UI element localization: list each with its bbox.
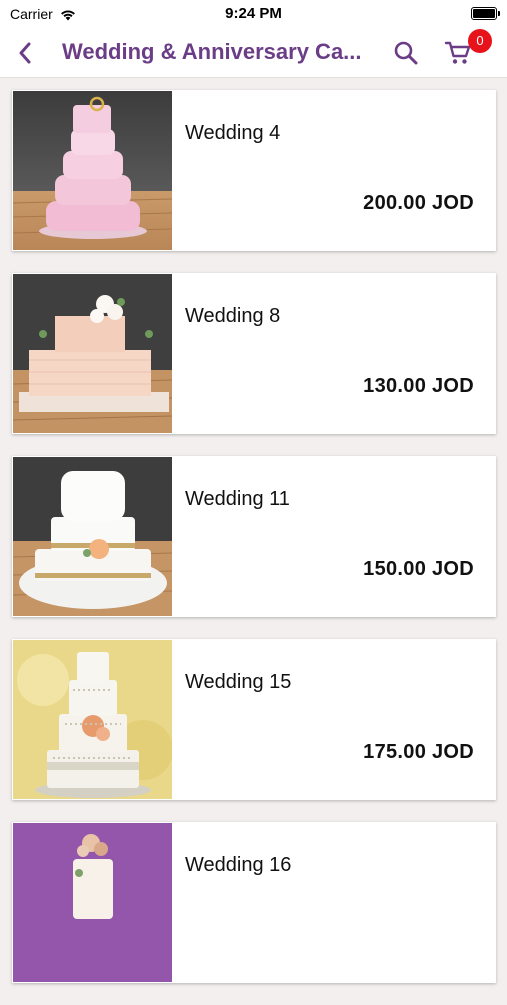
product-name: Wedding 8 (185, 305, 281, 327)
product-price: 200.00 JOD (363, 192, 474, 214)
product-card[interactable]: Wedding 11 150.00 JOD (12, 456, 496, 617)
status-bar: Carrier 9:24 PM (0, 0, 507, 28)
product-name: Wedding 11 (185, 488, 290, 510)
back-chevron-icon (19, 42, 31, 64)
product-list: Wedding 4 200.00 JOD Wedding 8 130.00 JO (12, 90, 496, 1005)
product-image (13, 457, 172, 616)
search-icon (394, 41, 418, 65)
product-image (13, 823, 172, 982)
product-name: Wedding 16 (185, 854, 292, 876)
status-time: 9:24 PM (225, 5, 282, 22)
product-price: 130.00 JOD (363, 375, 474, 397)
product-card[interactable]: Wedding 16 (12, 822, 496, 983)
navigation-bar: Wedding & Anniversary Ca... 0 (0, 28, 507, 78)
product-name: Wedding 4 (185, 122, 281, 144)
product-card[interactable]: Wedding 15 175.00 JOD (12, 639, 496, 800)
search-button[interactable] (389, 36, 423, 70)
product-price: 150.00 JOD (363, 558, 474, 580)
product-image (13, 91, 172, 250)
battery-icon (471, 7, 500, 20)
back-button[interactable] (8, 36, 42, 70)
page-title: Wedding & Anniversary Ca... (62, 39, 362, 64)
cart-count-badge: 0 (468, 29, 492, 53)
product-card[interactable]: Wedding 8 130.00 JOD (12, 273, 496, 434)
product-image (13, 274, 172, 433)
product-card[interactable]: Wedding 4 200.00 JOD (12, 90, 496, 251)
product-image (13, 640, 172, 799)
product-price: 175.00 JOD (363, 741, 474, 763)
product-name: Wedding 15 (185, 671, 292, 693)
